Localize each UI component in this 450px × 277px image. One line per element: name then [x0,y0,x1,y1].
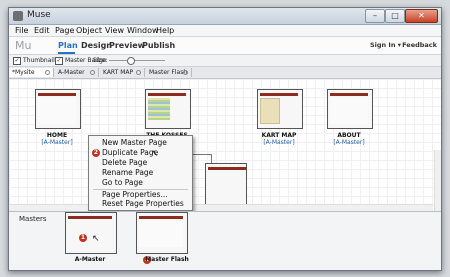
master-name: Master Flash [145,256,189,263]
tab-label: A-Master [58,69,85,76]
tab-label: Master Flash [149,69,188,76]
thumbnail-checkbox[interactable]: ✓ [13,57,21,65]
window-title: Muse [27,10,51,20]
page-name: HOME [46,132,68,139]
thumbnail-label: Thumbnail [23,57,55,64]
tab-label: *Mysite [12,69,35,76]
page-thumbnail-the-kosses[interactable] [145,89,191,129]
thumb-map-image [260,98,280,124]
menu-file[interactable]: File [15,25,28,36]
horizontal-scrollbar[interactable] [9,204,433,211]
active-mode-indicator [58,52,75,54]
site-map-canvas[interactable]: HOME [A-Master] THE KOSSES KART MAP [A-M… [9,79,441,270]
close-button[interactable]: ✕ [405,9,438,23]
menu-go-to-page[interactable]: Go to Page [102,178,143,188]
thumb-content [38,98,76,124]
mouse-cursor-icon: ↖ [151,149,159,159]
menu-rename-page[interactable]: Rename Page [102,168,153,178]
menu-duplicate-page[interactable]: Duplicate Page [102,148,158,158]
tab-a-master[interactable]: A-Master [55,68,99,77]
page-thumbnail-about[interactable] [327,89,373,129]
title-bar: Muse – □ ✕ [9,8,441,25]
tab-close-icon[interactable] [90,70,95,75]
tab-close-icon[interactable] [136,70,141,75]
mode-plan[interactable]: Plan [58,41,78,50]
thumb-header [38,93,76,96]
thumb-header [208,167,246,170]
app-window: Muse – □ ✕ File Edit Page Object View Wi… [8,7,442,271]
page-thumbnail-home[interactable] [35,89,81,129]
thumb-image [148,98,170,120]
menu-window[interactable]: Window [127,25,159,36]
menu-new-master-page[interactable]: New Master Page [102,138,167,148]
document-tabs: *Mysite A-Master KART MAP Master Flash [9,67,441,79]
hierarchy-line [211,154,212,163]
master-thumbnail-a-master[interactable]: 1 ↖ [65,212,117,254]
tab-label: KART MAP [103,69,134,76]
master-thumbnail-master-flash[interactable] [136,212,188,254]
feedback-button[interactable]: Feedback [402,41,437,49]
menu-bar: File Edit Page Object View Window Help [9,25,441,37]
tab-master-flash[interactable]: Master Flash [146,68,192,77]
size-label: Size: [93,57,108,64]
tab-mysite[interactable]: *Mysite [9,68,54,77]
tab-kart-map[interactable]: KART MAP [100,68,145,77]
thumb-content [139,221,183,247]
menu-help[interactable]: Help [156,25,174,36]
size-slider-track[interactable] [109,60,165,61]
maximize-button[interactable]: □ [385,9,405,23]
page-master-label: [A-Master] [263,139,295,146]
master-badge-checkbox[interactable]: ✓ [55,57,63,65]
page-master-label: [A-Master] [333,139,365,146]
page-thumbnail-child[interactable] [205,163,247,205]
step-badge-2: 2 [92,149,100,157]
page-context-menu: New Master Page 2 Duplicate Page ↖ Delet… [88,135,193,211]
minimize-button[interactable]: – [365,9,385,23]
thumb-header [139,216,183,219]
size-slider-thumb[interactable] [127,57,135,65]
menu-reset-page-properties[interactable]: Reset Page Properties [102,199,184,209]
menu-object[interactable]: Object [76,25,102,36]
muse-app-icon [13,11,23,21]
page-name: KART MAP [261,132,297,139]
menu-edit[interactable]: Edit [34,25,50,36]
mode-publish[interactable]: Publish [142,41,175,50]
tab-close-icon[interactable] [45,70,50,75]
thumb-content [330,98,368,124]
sign-in-menu[interactable]: Sign In ▾ [370,41,401,49]
thumb-header [330,93,368,96]
thumb-header [260,93,298,96]
page-master-label: [A-Master] [41,139,73,146]
menu-delete-page[interactable]: Delete Page [102,158,147,168]
muse-logo: Mu [15,39,32,52]
page-thumbnail-kart-map[interactable] [257,89,303,129]
mode-preview[interactable]: Preview [109,41,145,50]
mode-design[interactable]: Design [81,41,112,50]
masters-panel: Masters 1 ↖ A-Master 3 Master Flash [9,211,441,270]
thumb-header [68,216,112,219]
master-name: A-Master [74,256,106,263]
mouse-cursor-icon: ↖ [92,234,100,244]
tab-close-icon[interactable] [183,70,188,75]
thumb-header [148,93,186,96]
step-badge-1: 1 [79,234,87,242]
mode-toolbar: Mu Plan Design Preview Publish Sign In ▾… [9,37,441,55]
menu-page[interactable]: Page [55,25,74,36]
masters-label: Masters [19,215,47,223]
menu-view[interactable]: View [105,25,124,36]
page-name: ABOUT [337,132,361,139]
plan-options-bar: ✓ Thumbnail ✓ Master Badge Size: [9,55,441,67]
